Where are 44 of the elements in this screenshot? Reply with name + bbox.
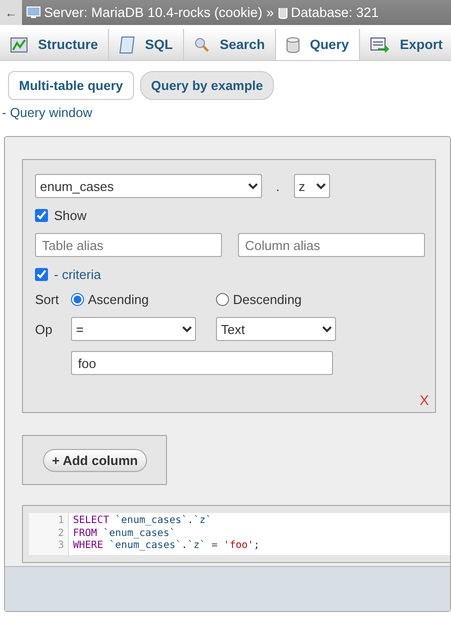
sort-label: Sort [35,292,60,307]
sort-radio[interactable] [216,293,229,306]
column-alias-field[interactable]: Column alias [238,233,425,257]
tab[interactable]: Structure [0,29,110,60]
show-label: Show [54,208,87,223]
sort-option-label: Descending [233,292,302,307]
line-number: 1 [56,515,64,528]
sort-radio[interactable] [71,293,84,306]
tab[interactable]: Export [360,29,451,60]
line-number: 2 [56,528,64,540]
operator-select[interactable]: = [71,317,196,341]
tab[interactable]: Search [184,29,276,60]
code-line: FROM `enum_cases` [73,528,176,540]
separator: » [266,5,274,20]
scroll-icon [119,36,136,54]
query-mode-button[interactable]: Query by example [140,71,274,100]
column-select[interactable]: z [294,174,330,198]
line-number: 3 [56,540,64,552]
monitor-icon [26,6,41,19]
table-chart-icon [10,36,28,52]
query-mode-button[interactable]: Multi-table query [8,71,134,100]
criteria-link[interactable]: - criteria [54,267,101,282]
table-alias-field[interactable]: Table alias [35,233,222,257]
server-link[interactable]: Server: MariaDB 10.4-rocks (cookie) [26,5,262,20]
show-checkbox[interactable] [35,209,48,222]
tab[interactable]: SQL [109,29,184,60]
database-icon [278,6,288,19]
remove-column-button[interactable]: X [420,392,429,408]
code-line: WHERE `enum_cases`.`z` = 'foo'; [73,540,260,552]
code-line: SELECT `enum_cases`.`z` [73,515,212,528]
back-button[interactable]: ← [0,0,22,25]
table-select[interactable]: enum_cases [35,174,262,198]
value-type-select[interactable]: Text [216,317,336,341]
database-link[interactable]: Database: 321 [278,5,379,20]
query-window-link[interactable]: - Query window [2,105,451,120]
database-icon [286,36,300,52]
add-column-button[interactable]: + Add column [43,448,147,472]
criteria-checkbox[interactable] [35,268,48,281]
export-icon [370,36,390,52]
sort-option-label: Ascending [88,292,149,307]
criteria-value-field[interactable]: foo [71,351,333,375]
op-label: Op [35,322,54,336]
search-icon [194,36,210,52]
dot-separator: . [276,178,280,194]
